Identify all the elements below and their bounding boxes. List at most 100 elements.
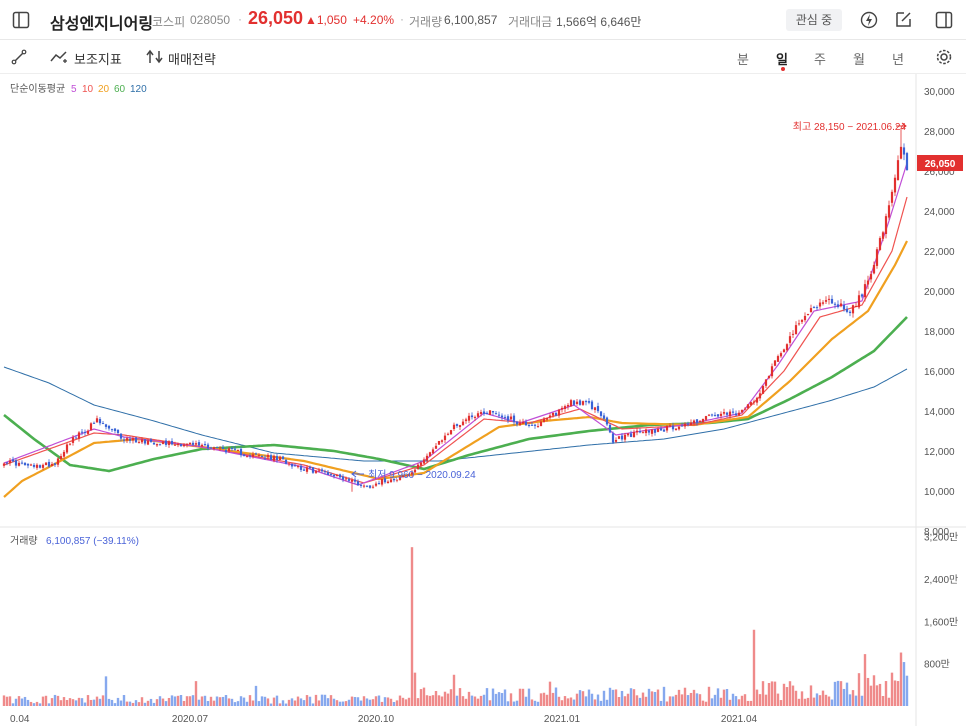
draw-line-icon[interactable] bbox=[11, 49, 27, 65]
candle-body bbox=[848, 311, 852, 313]
strategy-button[interactable]: 매매전략 bbox=[146, 47, 236, 67]
candle-body bbox=[665, 425, 669, 431]
volume-bar bbox=[197, 699, 201, 706]
volume-bar bbox=[647, 688, 651, 706]
volume-bar bbox=[290, 698, 294, 706]
candle-body bbox=[371, 486, 375, 488]
volume-bar bbox=[308, 696, 312, 706]
period-month[interactable]: 월 bbox=[853, 49, 865, 68]
volume-bar bbox=[791, 685, 795, 706]
candle-body bbox=[227, 448, 231, 452]
volume-bar bbox=[476, 698, 480, 706]
stock-chart[interactable]: 30,00028,00026,00024,00022,00020,00018,0… bbox=[0, 74, 966, 726]
period-week[interactable]: 주 bbox=[814, 49, 826, 68]
candle-body bbox=[215, 447, 219, 449]
volume-label: 거래량 bbox=[409, 15, 443, 29]
volume-bar bbox=[467, 691, 471, 706]
edit-icon[interactable] bbox=[894, 10, 913, 29]
volume-bar bbox=[119, 700, 123, 706]
volume-bar bbox=[41, 696, 45, 706]
candle-body bbox=[671, 425, 675, 430]
candle-body bbox=[680, 425, 684, 427]
candle-body bbox=[545, 417, 549, 420]
candle-body bbox=[38, 465, 42, 468]
volume-bar bbox=[296, 696, 300, 706]
candle-body bbox=[305, 467, 309, 472]
volume-bar bbox=[698, 694, 702, 706]
volume-bar bbox=[629, 688, 633, 706]
volume-bar bbox=[140, 697, 144, 706]
candle-body bbox=[416, 464, 420, 469]
volume-bar bbox=[380, 701, 384, 706]
candle-body bbox=[770, 366, 774, 377]
candle-body bbox=[614, 439, 618, 442]
volume-bar bbox=[26, 699, 30, 706]
volume-bar bbox=[209, 696, 213, 706]
volume-bar bbox=[272, 697, 276, 706]
volume-bar bbox=[83, 702, 87, 706]
volume-bar bbox=[518, 688, 522, 706]
volume-bar bbox=[356, 697, 360, 706]
volume-bar bbox=[815, 693, 819, 706]
volume-bar bbox=[887, 697, 891, 706]
candle-body bbox=[599, 411, 603, 416]
volume-bar bbox=[542, 692, 546, 706]
candle-body bbox=[164, 440, 168, 445]
volume-bar bbox=[239, 696, 243, 706]
candle-body bbox=[764, 379, 768, 386]
ma-line-5 bbox=[3, 162, 908, 486]
candle-body bbox=[476, 413, 480, 417]
candle-body bbox=[221, 447, 225, 450]
period-day[interactable]: 일 bbox=[776, 49, 788, 68]
sidebar-toggle-icon[interactable] bbox=[12, 11, 30, 29]
volume-bar bbox=[587, 689, 591, 706]
volume-bar bbox=[539, 693, 543, 706]
volume-bar bbox=[650, 691, 654, 706]
candle-body bbox=[785, 344, 789, 351]
candle-body bbox=[251, 454, 255, 457]
candle-body bbox=[887, 205, 891, 218]
volume-bar bbox=[416, 698, 420, 706]
volume-bar bbox=[278, 703, 282, 706]
volume-bar bbox=[734, 696, 738, 706]
panel-toggle-icon[interactable] bbox=[935, 11, 953, 29]
candle-body bbox=[662, 429, 666, 432]
candle-body bbox=[878, 238, 882, 250]
volume-bar bbox=[752, 629, 756, 706]
volume-bar bbox=[398, 695, 402, 706]
volume-bar bbox=[839, 681, 843, 706]
volume-bar bbox=[659, 700, 663, 706]
candle-body bbox=[719, 413, 723, 416]
volume-bar bbox=[401, 697, 405, 706]
current-price-tag: 26,050 bbox=[925, 159, 956, 170]
volume-bar bbox=[737, 699, 741, 706]
lightning-icon[interactable] bbox=[859, 10, 879, 30]
candle-body bbox=[677, 426, 681, 430]
settings-gear-icon[interactable] bbox=[935, 48, 953, 66]
candle-body bbox=[56, 458, 60, 465]
volume-bar bbox=[17, 696, 21, 706]
watch-button[interactable]: 관심 중 bbox=[786, 9, 842, 31]
candle-body bbox=[800, 319, 804, 322]
volume-bar bbox=[848, 694, 852, 706]
candle-body bbox=[290, 463, 294, 467]
period-year[interactable]: 년 bbox=[892, 49, 904, 68]
volume-bar bbox=[608, 687, 612, 706]
indicator-button[interactable]: 보조지표 bbox=[50, 47, 136, 67]
candle-body bbox=[185, 443, 189, 445]
candle-body bbox=[314, 470, 318, 473]
volume-bar bbox=[731, 693, 735, 706]
candle-body bbox=[833, 303, 837, 305]
candle-body bbox=[122, 439, 126, 441]
volume-bar bbox=[635, 695, 639, 706]
period-minute[interactable]: 분 bbox=[737, 49, 749, 68]
candle-body bbox=[683, 423, 687, 427]
volume-bar bbox=[362, 696, 366, 706]
volume-bar bbox=[113, 703, 117, 706]
volume-bar bbox=[218, 697, 222, 706]
volume-bar bbox=[443, 691, 447, 706]
volume-bar bbox=[131, 702, 135, 706]
volume-bar bbox=[86, 695, 90, 706]
candle-body bbox=[206, 444, 210, 449]
candle-body bbox=[155, 444, 159, 446]
